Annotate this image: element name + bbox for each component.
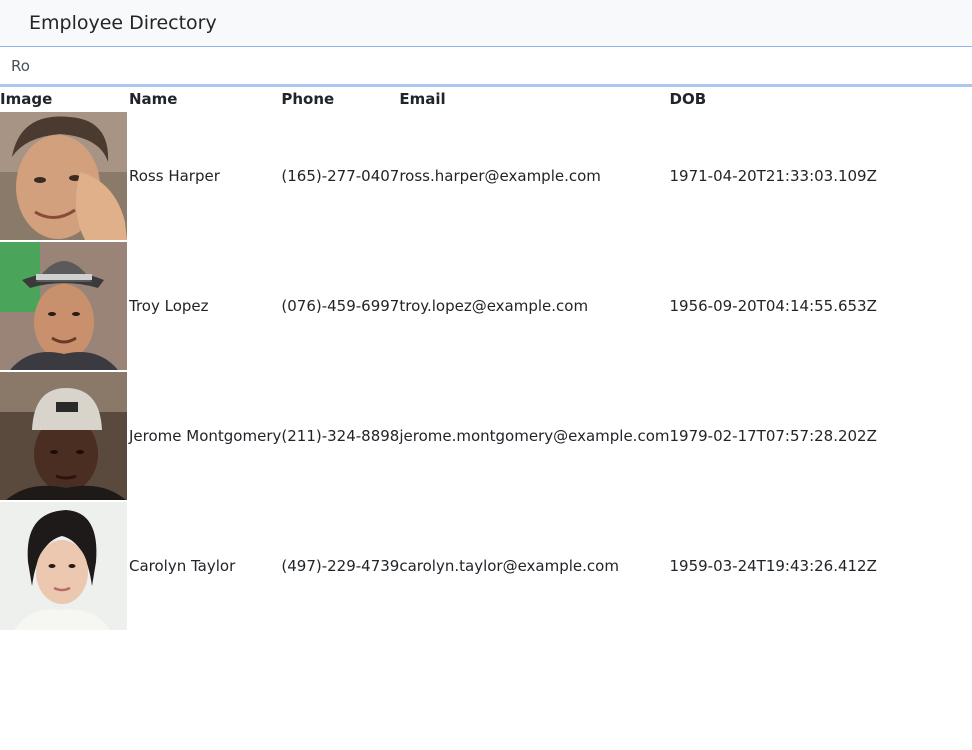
employee-phone: (165)-277-0407	[281, 167, 400, 185]
table-row: Jerome Montgomery (211)-324-8898 jerome.…	[0, 371, 877, 501]
employee-phone: (211)-324-8898	[281, 427, 400, 445]
image-cell	[0, 371, 129, 501]
employee-dob: 1959-03-24T19:43:26.412Z	[669, 557, 877, 575]
navbar: Employee Directory	[0, 0, 972, 47]
table-header: Image Name Phone Email DOB	[0, 87, 877, 111]
column-header-dob[interactable]: DOB	[670, 87, 877, 111]
employee-dob: 1979-02-17T07:57:28.202Z	[669, 427, 877, 445]
search-bar	[0, 47, 972, 87]
table-body: Ross Harper (165)-277-0407 ross.harper@e…	[0, 111, 877, 631]
employee-phone: (497)-229-4739	[281, 557, 400, 575]
column-header-name[interactable]: Name	[129, 87, 281, 111]
header-row: Image Name Phone Email DOB	[0, 87, 877, 111]
employee-photo	[0, 372, 127, 500]
employee-name: Carolyn Taylor	[129, 557, 236, 575]
employee-email: troy.lopez@example.com	[399, 297, 589, 315]
employee-name: Jerome Montgomery	[129, 427, 282, 445]
employee-dob: 1956-09-20T04:14:55.653Z	[669, 297, 877, 315]
employee-phone: (076)-459-6997	[281, 297, 400, 315]
image-cell	[0, 111, 129, 241]
column-header-image[interactable]: Image	[0, 87, 129, 111]
table-row: Ross Harper (165)-277-0407 ross.harper@e…	[0, 111, 877, 241]
employee-email: jerome.montgomery@example.com	[399, 427, 670, 445]
table-row: Troy Lopez (076)-459-6997 troy.lopez@exa…	[0, 241, 877, 371]
search-input[interactable]	[0, 47, 972, 84]
employee-dob: 1971-04-20T21:33:03.109Z	[669, 167, 877, 185]
employee-name: Troy Lopez	[129, 297, 209, 315]
employee-photo	[0, 112, 127, 240]
column-header-phone[interactable]: Phone	[281, 87, 399, 111]
table-row: Carolyn Taylor (497)-229-4739 carolyn.ta…	[0, 501, 877, 631]
employee-name: Ross Harper	[129, 167, 220, 185]
employee-photo	[0, 502, 127, 630]
employee-table: Image Name Phone Email DOB Ross Harper (…	[0, 87, 877, 631]
column-header-email[interactable]: Email	[399, 87, 669, 111]
employee-email: carolyn.taylor@example.com	[399, 557, 619, 575]
employee-photo	[0, 242, 127, 370]
employee-email: ross.harper@example.com	[399, 167, 601, 185]
image-cell	[0, 241, 129, 371]
app-title[interactable]: Employee Directory	[29, 12, 217, 34]
image-cell	[0, 501, 129, 631]
